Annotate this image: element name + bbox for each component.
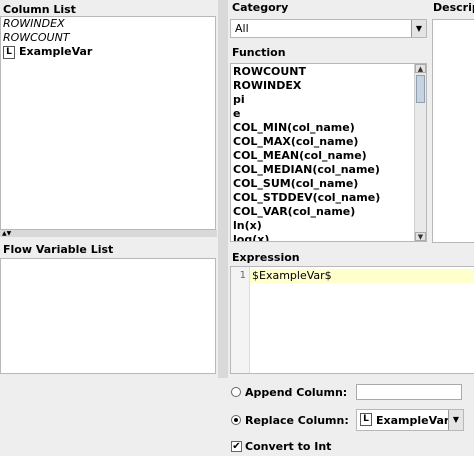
flow-variable-panel: Flow Variable List [0, 238, 217, 378]
scroll-thumb[interactable] [416, 75, 425, 103]
function-list-item[interactable]: e [233, 107, 240, 121]
function-list-item[interactable]: ln(x) [233, 219, 262, 233]
local-variable-icon: L [3, 45, 15, 59]
replace-column-value: ExampleVar [376, 414, 450, 427]
function-list-item[interactable]: pi [233, 93, 245, 107]
column-list-panel: Column List ROWINDEX ROWCOUNT L ExampleVa… [0, 0, 217, 230]
convert-to-int-checkbox[interactable]: ✔ [231, 441, 242, 452]
flow-variable-list[interactable] [0, 258, 216, 374]
function-list-item[interactable]: log(x) [233, 233, 269, 241]
flow-variable-title: Flow Variable List [3, 243, 114, 256]
category-select[interactable]: All ▼ [230, 19, 427, 38]
replace-column-select[interactable]: L ExampleVar ▼ [356, 409, 464, 431]
function-list-item[interactable]: COL_STDDEV(col_name) [233, 191, 380, 205]
check-icon: ✔ [232, 441, 241, 452]
function-list[interactable]: ROWCOUNT ROWINDEX pi e COL_MIN(col_name) COL_… [230, 63, 427, 242]
category-title: Category [232, 1, 289, 14]
expression-editor[interactable]: 1 $ExampleVar$ [230, 266, 474, 374]
column-list-item-rowcount[interactable]: ROWCOUNT [3, 31, 70, 45]
replace-column-label: Replace Column: [245, 414, 349, 427]
function-list-item[interactable]: ROWCOUNT [233, 65, 306, 79]
function-list-item[interactable]: ROWINDEX [233, 79, 301, 93]
category-selected-value: All [235, 22, 249, 35]
function-list-item[interactable]: COL_MIN(col_name) [233, 121, 355, 135]
function-scrollbar[interactable]: ▲ ▼ [414, 64, 426, 241]
function-list-item[interactable]: COL_SUM(col_name) [233, 177, 358, 191]
splitter-up-arrow-icon[interactable]: ▲▼ [2, 230, 11, 237]
column-list-item-examplevar[interactable]: L ExampleVar [3, 45, 92, 59]
scroll-down-icon[interactable]: ▼ [415, 232, 426, 241]
description-area [432, 19, 474, 243]
local-variable-icon: L [360, 413, 372, 426]
convert-to-int-label: Convert to Int [245, 440, 332, 453]
scroll-up-icon[interactable]: ▲ [415, 64, 426, 73]
replace-column-radio[interactable] [231, 415, 241, 425]
column-list-item-label: ExampleVar [19, 45, 93, 58]
append-column-radio[interactable] [231, 387, 241, 397]
function-list-item[interactable]: COL_MEAN(col_name) [233, 149, 367, 163]
column-list-item-rowindex[interactable]: ROWINDEX [3, 17, 65, 31]
function-list-item[interactable]: COL_MAX(col_name) [233, 135, 358, 149]
main-vertical-splitter[interactable] [218, 0, 228, 378]
line-number-gutter: 1 [231, 267, 250, 373]
column-list-title: Column List [3, 3, 76, 16]
function-list-item[interactable]: COL_MEDIAN(col_name) [233, 163, 380, 177]
description-title: Description [433, 1, 474, 14]
expression-title: Expression [232, 251, 300, 264]
append-column-field[interactable] [356, 384, 462, 400]
column-list[interactable]: ROWINDEX ROWCOUNT L ExampleVar [0, 16, 216, 230]
chevron-down-icon[interactable]: ▼ [411, 20, 426, 37]
expression-text[interactable]: $ExampleVar$ [252, 269, 332, 283]
left-splitter[interactable]: ▲▼ [0, 230, 217, 237]
line-number: 1 [239, 270, 246, 281]
chevron-down-icon[interactable]: ▼ [448, 410, 463, 430]
function-list-item[interactable]: COL_VAR(col_name) [233, 205, 355, 219]
append-column-label: Append Column: [245, 386, 348, 399]
function-title: Function [232, 46, 286, 59]
